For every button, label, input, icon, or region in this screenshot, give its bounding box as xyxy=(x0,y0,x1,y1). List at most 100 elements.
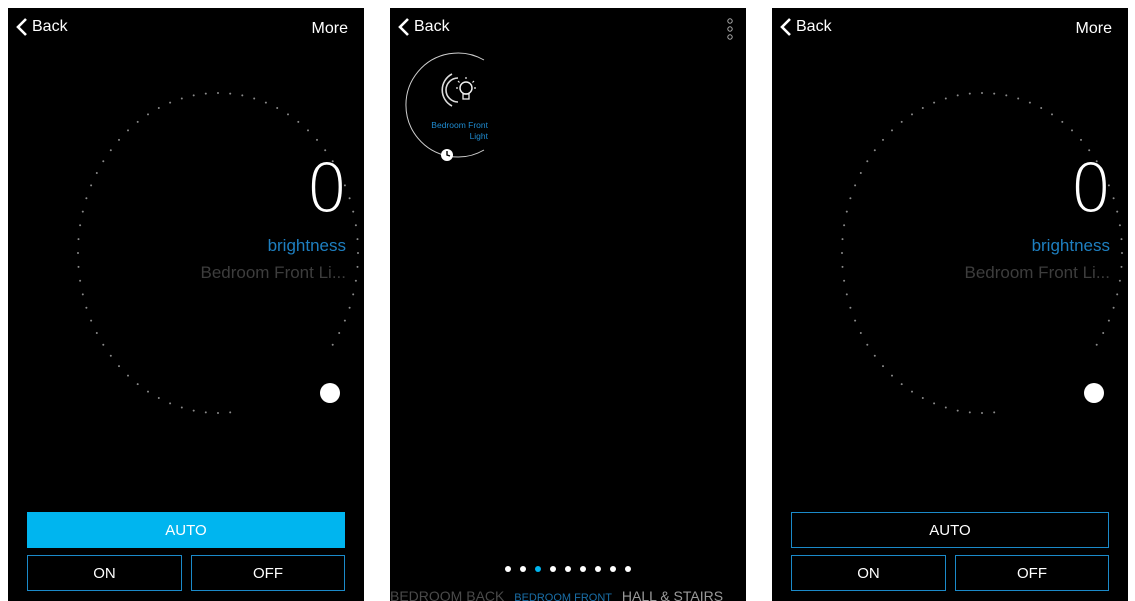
page-dot-active[interactable] xyxy=(535,566,541,572)
dial-dot xyxy=(204,411,207,414)
dial-dot xyxy=(854,319,857,322)
device-name-label: Bedroom Front Li... xyxy=(200,263,346,282)
dial-dot xyxy=(1121,252,1123,254)
dial-dot xyxy=(136,120,139,123)
dial-dot xyxy=(180,406,183,409)
brightness-value: 0 xyxy=(306,150,348,227)
dial-dot xyxy=(85,197,88,200)
dial-dot xyxy=(968,411,971,414)
dial-dot xyxy=(873,354,876,357)
dial-dot xyxy=(1116,293,1119,296)
auto-button[interactable]: AUTO xyxy=(27,512,345,548)
dial-dot xyxy=(356,265,359,268)
brightness-value: 0 xyxy=(1070,150,1112,227)
page-dot[interactable] xyxy=(580,566,586,572)
dial-dot xyxy=(118,365,120,368)
dial-dot xyxy=(1120,238,1123,241)
dial-dot xyxy=(1080,138,1082,141)
dial-dot xyxy=(1017,97,1020,100)
page-dot[interactable] xyxy=(550,566,556,572)
auto-button[interactable]: AUTO xyxy=(791,512,1109,548)
dial-dot xyxy=(1118,224,1121,227)
dial-dot xyxy=(253,97,256,100)
dial-dot xyxy=(882,365,884,368)
room-tab-bedroom-front[interactable]: BEDROOM FRONT xyxy=(514,592,612,601)
page-dot[interactable] xyxy=(565,566,571,572)
back-button[interactable]: Back xyxy=(398,18,450,36)
dial-dot xyxy=(147,390,149,393)
dial-dot xyxy=(993,411,996,414)
dial-dot xyxy=(127,374,129,377)
dial-dot xyxy=(127,129,129,132)
dial-dot xyxy=(343,319,346,322)
page-dot[interactable] xyxy=(505,566,511,572)
dial-dot xyxy=(109,354,112,357)
dial-dot xyxy=(354,279,357,282)
page-dot[interactable] xyxy=(625,566,631,572)
dial-dot xyxy=(85,306,88,309)
dial-dot xyxy=(229,411,232,414)
dial-dot xyxy=(1095,343,1098,346)
dial-dot xyxy=(882,138,884,141)
off-button[interactable]: OFF xyxy=(191,555,345,591)
brightness-label: brightness xyxy=(1031,236,1110,255)
dial-dot xyxy=(993,92,996,95)
dial-dot xyxy=(204,92,207,95)
dial-knob[interactable] xyxy=(320,383,340,403)
dial-dot xyxy=(357,252,359,254)
device-tile-label: Bedroom Front Light xyxy=(408,120,488,142)
dial-dot xyxy=(338,332,341,334)
dial-dot xyxy=(79,224,82,227)
dial-dot xyxy=(1116,210,1119,213)
dial-dot xyxy=(1112,197,1115,200)
dial-dot xyxy=(841,265,844,268)
dial-dot xyxy=(276,107,279,109)
device-tile-ring xyxy=(405,52,485,161)
dial-dot xyxy=(1112,306,1115,309)
dial-dot xyxy=(956,409,959,412)
dial-dot xyxy=(843,279,846,282)
dial-dot xyxy=(900,120,903,123)
dial-dot xyxy=(1102,332,1105,334)
clock-icon xyxy=(441,149,453,161)
device-tile[interactable]: Bedroom Front Light xyxy=(396,50,488,170)
off-button[interactable]: OFF xyxy=(955,555,1109,591)
page-dot[interactable] xyxy=(520,566,526,572)
room-tab-bedroom-back[interactable]: BEDROOM BACK xyxy=(390,588,504,601)
room-tab-hall-stairs[interactable]: HALL & STAIRS xyxy=(622,588,723,601)
dial-dot xyxy=(109,149,112,152)
brightness-label: brightness xyxy=(267,236,346,255)
left-light-control-screen: Back More 0 brightness Bedroom Front Li.… xyxy=(8,8,364,601)
dial-knob[interactable] xyxy=(1084,383,1104,403)
dial-dot xyxy=(1028,101,1031,104)
dial-dot xyxy=(1005,94,1008,97)
dial-dot xyxy=(845,210,848,213)
dial-dot xyxy=(1061,120,1064,123)
more-vertical-icon[interactable] xyxy=(726,18,734,40)
dial-dot xyxy=(841,252,843,254)
on-button[interactable]: ON xyxy=(27,555,182,591)
dial-dot xyxy=(859,332,862,334)
on-button[interactable]: ON xyxy=(791,555,946,591)
dial-dot xyxy=(354,224,357,227)
dial-dot xyxy=(900,383,903,386)
dial-dot xyxy=(90,319,93,322)
page-dot[interactable] xyxy=(595,566,601,572)
page-dot[interactable] xyxy=(610,566,616,572)
dial-dot xyxy=(81,210,84,213)
dial-dot xyxy=(891,129,893,132)
dial-dot xyxy=(956,94,959,97)
page-indicator xyxy=(505,566,631,572)
dial-dot xyxy=(352,210,355,213)
dial-dot xyxy=(229,92,232,95)
dial-dot xyxy=(95,332,98,334)
dial-dot xyxy=(1051,113,1053,116)
dial-dot xyxy=(944,97,947,100)
dial-dot xyxy=(102,343,105,346)
dial-dot xyxy=(102,160,105,163)
dial-dot xyxy=(944,406,947,409)
dial-dot xyxy=(95,172,98,174)
room-tab-bar: BEDROOM BACK BEDROOM FRONT HALL & STAIRS xyxy=(390,588,746,601)
dial-dot xyxy=(264,101,267,104)
dial-dot xyxy=(356,238,359,241)
